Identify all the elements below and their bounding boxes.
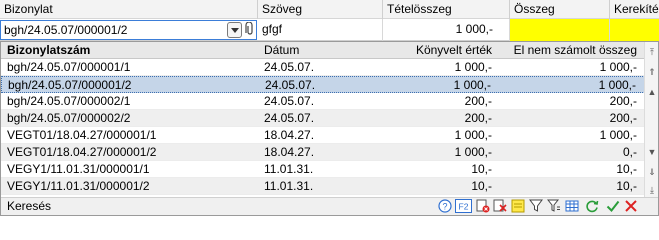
table-row[interactable]: bgh/24.05.07/000001/1 24.05.07. 1 000,- 1 0…: [1, 59, 645, 76]
cell-konyvelt-ertek: 1 000,-: [454, 145, 492, 159]
cell-bizonylatszam: VEGT01/18.04.27/000001/2: [7, 145, 157, 159]
cell-datum: 24.05.07.: [264, 111, 315, 125]
cell-konyvelt-ertek: 10,-: [471, 179, 492, 193]
cell-datum: 11.01.31.: [264, 179, 314, 193]
filter-icon[interactable]: [527, 199, 544, 215]
cell-konyvelt-ertek: 10,-: [471, 162, 492, 176]
grid-header: Bizonylatszám Dátum Könyvelt érték El ne…: [1, 42, 645, 59]
cell-konyvelt-ertek: 200,-: [464, 94, 492, 108]
delete-icon[interactable]: [491, 199, 508, 215]
scroll-page-down-icon[interactable]: ⇓: [647, 166, 657, 178]
bizonylat-combo-input[interactable]: bgh/24.05.07/000001/2: [0, 20, 257, 40]
svg-text:?: ?: [442, 202, 447, 212]
svg-text:F2: F2: [458, 202, 468, 212]
cell-konyvelt-ertek: 1 000,-: [454, 60, 492, 74]
cell-datum: 24.05.07.: [264, 60, 315, 74]
filter-settings-icon[interactable]: [545, 199, 562, 215]
table-row[interactable]: VEGY1/11.01.31/000001/2 11.01.31. 10,- 10,-: [1, 178, 645, 195]
table-row[interactable]: bgh/24.05.07/000002/2 24.05.07. 200,- 200,-: [1, 110, 645, 127]
refresh-icon[interactable]: [583, 199, 600, 215]
cell-bizonylatszam: VEGY1/11.01.31/000001/2: [7, 179, 150, 193]
scroll-top-icon[interactable]: ⤒: [647, 46, 657, 58]
chevron-down-icon[interactable]: [227, 22, 242, 38]
header-bizonylat[interactable]: Bizonylat: [0, 0, 258, 19]
cell-bizonylatszam: VEGY1/11.01.31/000001/1: [7, 162, 150, 176]
cell-konyvelt-ertek: 200,-: [464, 111, 492, 125]
cell-el-nem-szamolt: 1 000,-: [599, 128, 637, 142]
cell-el-nem-szamolt: 1 000,-: [598, 78, 636, 92]
scroll-bottom-icon[interactable]: ⤓: [647, 184, 657, 196]
cell-datum: 11.01.31.: [264, 162, 314, 176]
scroll-up-icon[interactable]: ▲: [647, 86, 657, 98]
scroll-page-up-icon[interactable]: ⇑: [647, 66, 657, 78]
cell-bizonylatszam: VEGT01/18.04.27/000001/1: [7, 128, 157, 142]
vertical-scrollbar[interactable]: ⤒ ⇑ ▲ ▼ ⇓ ⤓: [644, 42, 658, 198]
column-header-row: Bizonylat Szöveg Tételösszeg Összeg Kere…: [0, 0, 659, 19]
grid-header-datum[interactable]: Dátum: [264, 42, 299, 58]
cell-bizonylatszam: bgh/24.05.07/000001/1: [7, 60, 131, 74]
cell-el-nem-szamolt: 200,-: [609, 111, 637, 125]
bizonylat-combo-value: bgh/24.05.07/000001/2: [4, 23, 128, 37]
cell-el-nem-szamolt: 1 000,-: [599, 60, 637, 74]
cell-el-nem-szamolt: 10,-: [616, 162, 637, 176]
table-row[interactable]: VEGY1/11.01.31/000001/1 11.01.31. 10,- 10,-: [1, 161, 645, 178]
search-label[interactable]: Keresés: [7, 198, 51, 215]
table-icon[interactable]: [563, 199, 580, 215]
f2-icon[interactable]: F2: [454, 199, 472, 215]
bizonylat-dropdown-popup: Bizonylatszám Dátum Könyvelt érték El ne…: [0, 41, 659, 216]
scroll-down-icon[interactable]: ▼: [647, 146, 657, 158]
osszeg-cell[interactable]: [510, 19, 610, 41]
cell-bizonylatszam: bgh/24.05.07/000001/2: [8, 78, 132, 92]
table-row[interactable]: bgh/24.05.07/000002/1 24.05.07. 200,- 200,-: [1, 93, 645, 110]
cell-bizonylatszam: bgh/24.05.07/000002/2: [7, 111, 131, 125]
cell-datum: 18.04.27.: [264, 128, 315, 142]
header-osszeg[interactable]: Összeg: [510, 0, 610, 19]
kerekites-cell[interactable]: [610, 19, 659, 41]
table-row[interactable]: VEGT01/18.04.27/000001/2 18.04.27. 1 000,-…: [1, 144, 645, 161]
cell-datum: 24.05.07.: [265, 78, 316, 92]
header-kerekites[interactable]: Kerekítés: [610, 0, 659, 19]
grid-header-el-nem-szamolt[interactable]: El nem számolt összeg: [514, 42, 637, 58]
cell-bizonylatszam: bgh/24.05.07/000002/1: [7, 94, 131, 108]
paperclip-icon[interactable]: [244, 21, 256, 38]
cell-datum: 18.04.27.: [264, 145, 315, 159]
ok-check-icon[interactable]: [604, 199, 621, 215]
cell-konyvelt-ertek: 1 000,-: [454, 128, 492, 142]
bizonylat-grid: Bizonylatszám Dátum Könyvelt érték El ne…: [1, 42, 645, 195]
cell-el-nem-szamolt: 10,-: [616, 179, 637, 193]
cell-el-nem-szamolt: 0,-: [622, 145, 637, 159]
table-row[interactable]: VEGT01/18.04.27/000001/1 18.04.27. 1 000,-…: [1, 127, 645, 144]
cell-datum: 24.05.07.: [264, 94, 315, 108]
help-icon[interactable]: ?: [436, 199, 453, 215]
cancel-x-icon[interactable]: [622, 199, 639, 215]
grid-header-konyvelt-ertek[interactable]: Könyvelt érték: [416, 42, 492, 58]
tetelosszeg-cell[interactable]: 1 000,-: [383, 19, 510, 41]
szoveg-cell[interactable]: gfgf: [258, 19, 383, 41]
sticky-note-icon[interactable]: [509, 199, 526, 215]
header-tetelosszeg[interactable]: Tételösszeg: [383, 0, 510, 19]
header-szoveg[interactable]: Szöveg: [258, 0, 383, 19]
grid-header-bizonylatszam[interactable]: Bizonylatszám: [7, 42, 90, 58]
clear-filter-icon[interactable]: [474, 199, 491, 215]
popup-footer: Keresés ? F2: [1, 197, 658, 215]
cell-konyvelt-ertek: 1 000,-: [453, 78, 491, 92]
cell-el-nem-szamolt: 200,-: [609, 94, 637, 108]
table-row[interactable]: bgh/24.05.07/000001/2 24.05.07. 1 000,- 1 0…: [1, 76, 645, 93]
